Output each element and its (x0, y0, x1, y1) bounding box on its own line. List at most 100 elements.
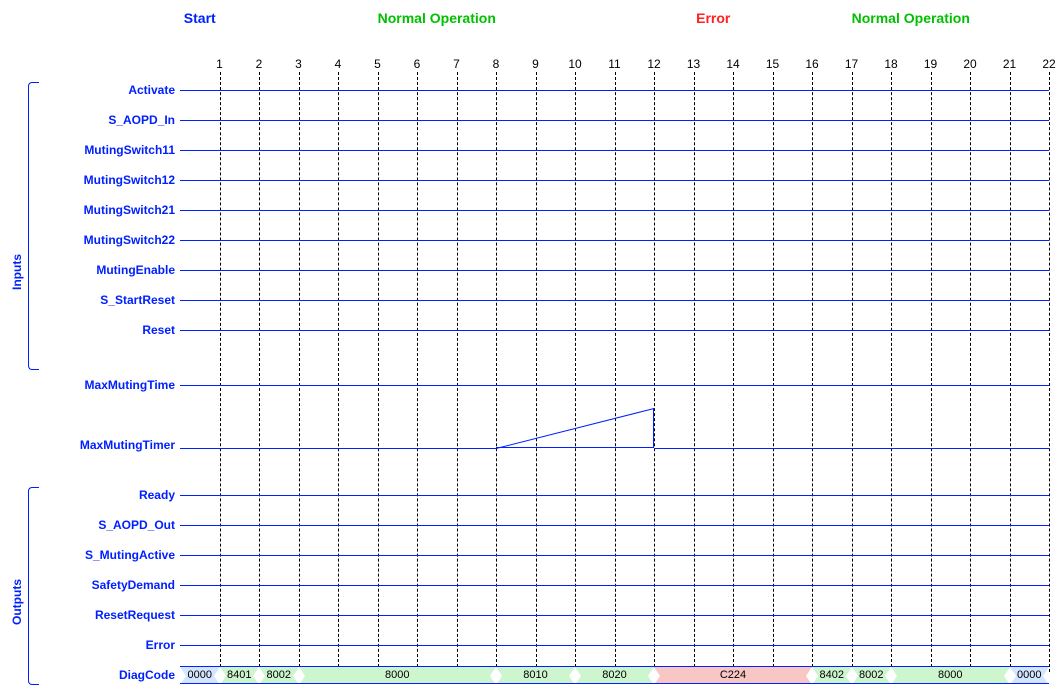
time-gridline (931, 72, 932, 672)
signal-label: Activate (128, 83, 175, 97)
diagcode-segment: 8002 (852, 666, 892, 684)
signal-label: Error (146, 638, 175, 652)
time-gridline (220, 72, 221, 672)
signal-baseline (180, 180, 1049, 181)
time-gridline (417, 72, 418, 672)
time-gridline (496, 72, 497, 672)
time-tick: 20 (960, 57, 980, 71)
time-gridline (1049, 72, 1050, 672)
time-tick: 7 (447, 57, 467, 71)
timing-diagram-canvas: Inputs Outputs Start Normal Operation Erro… (0, 0, 1060, 696)
diagcode-segment: 8000 (891, 666, 1010, 684)
time-tick: 13 (684, 57, 704, 71)
time-gridline (812, 72, 813, 672)
time-tick: 6 (407, 57, 427, 71)
diagcode-segment: 0000 (180, 666, 220, 684)
signal-label: MutingSwitch12 (84, 173, 175, 187)
time-gridline (575, 72, 576, 672)
inputs-axis-label: Inputs (10, 254, 24, 290)
time-gridline (615, 72, 616, 672)
time-gridline (259, 72, 260, 672)
phase-label: Start (184, 10, 216, 26)
time-tick: 10 (565, 57, 585, 71)
phase-label: Normal Operation (852, 10, 970, 26)
signal-baseline (180, 385, 1049, 386)
signal-baseline (180, 90, 1049, 91)
signal-baseline (180, 330, 1049, 331)
time-tick: 11 (605, 57, 625, 71)
signal-baseline (180, 150, 1049, 151)
time-tick: 8 (486, 57, 506, 71)
signal-label: S_AOPD_In (108, 113, 175, 127)
signal-label: S_AOPD_Out (98, 518, 175, 532)
signal-label: MutingEnable (96, 263, 175, 277)
outputs-axis-label: Outputs (10, 579, 24, 625)
time-gridline (891, 72, 892, 672)
time-gridline (338, 72, 339, 672)
signal-baseline (180, 120, 1049, 121)
time-tick: 2 (249, 57, 269, 71)
time-tick: 15 (763, 57, 783, 71)
time-tick: 9 (526, 57, 546, 71)
signal-baseline (180, 270, 1049, 271)
signal-label: DiagCode (119, 668, 175, 682)
signal-label: S_StartReset (100, 293, 175, 307)
signal-baseline (180, 448, 496, 449)
signal-baseline (180, 240, 1049, 241)
diagcode-segment: 8002 (259, 666, 299, 684)
signal-label: MutingSwitch21 (84, 203, 175, 217)
time-gridline (654, 72, 655, 672)
time-tick: 17 (842, 57, 862, 71)
time-gridline (970, 72, 971, 672)
signal-label: MaxMutingTime (85, 378, 175, 392)
time-tick: 19 (921, 57, 941, 71)
signal-baseline (654, 448, 1049, 449)
time-tick: 18 (881, 57, 901, 71)
time-tick: 4 (328, 57, 348, 71)
time-tick: 5 (368, 57, 388, 71)
signal-baseline (180, 555, 1049, 556)
timer-ramp-diag (496, 408, 654, 449)
time-gridline (773, 72, 774, 672)
time-gridline (378, 72, 379, 672)
inputs-bracket (28, 82, 39, 370)
signal-label: ResetRequest (95, 608, 175, 622)
timer-ramp (496, 408, 654, 448)
signal-baseline (180, 300, 1049, 301)
time-tick: 3 (289, 57, 309, 71)
time-tick: 21 (1000, 57, 1020, 71)
diagcode-segment: 8020 (575, 666, 654, 684)
time-gridline (536, 72, 537, 672)
signal-label: MutingSwitch22 (84, 233, 175, 247)
diagcode-segment: 8010 (496, 666, 575, 684)
diagcode-segment: C224 (654, 666, 812, 684)
signal-baseline (180, 495, 1049, 496)
signal-label: S_MutingActive (85, 548, 175, 562)
signal-baseline (180, 525, 1049, 526)
time-gridline (852, 72, 853, 672)
time-tick: 14 (723, 57, 743, 71)
signal-label: MutingSwitch11 (84, 143, 175, 157)
signal-label: MaxMutingTimer (80, 438, 175, 452)
time-tick: 22 (1039, 57, 1059, 71)
phase-label: Error (696, 10, 730, 26)
diagcode-segment: 8402 (812, 666, 852, 684)
diagcode-segment: 8401 (220, 666, 260, 684)
time-gridline (694, 72, 695, 672)
time-gridline (733, 72, 734, 672)
time-gridline (299, 72, 300, 672)
time-gridline (1010, 72, 1011, 672)
time-gridline (457, 72, 458, 672)
diagcode-segment: 0000 (1010, 666, 1050, 684)
signal-baseline (180, 210, 1049, 211)
time-tick: 12 (644, 57, 664, 71)
phase-label: Normal Operation (378, 10, 496, 26)
signal-baseline (180, 615, 1049, 616)
time-tick: 16 (802, 57, 822, 71)
signal-label: SafetyDemand (92, 578, 175, 592)
outputs-bracket (28, 487, 39, 685)
time-tick: 1 (210, 57, 230, 71)
signal-label: Ready (139, 488, 175, 502)
diagcode-segment: 8000 (299, 666, 497, 684)
signal-baseline (180, 585, 1049, 586)
